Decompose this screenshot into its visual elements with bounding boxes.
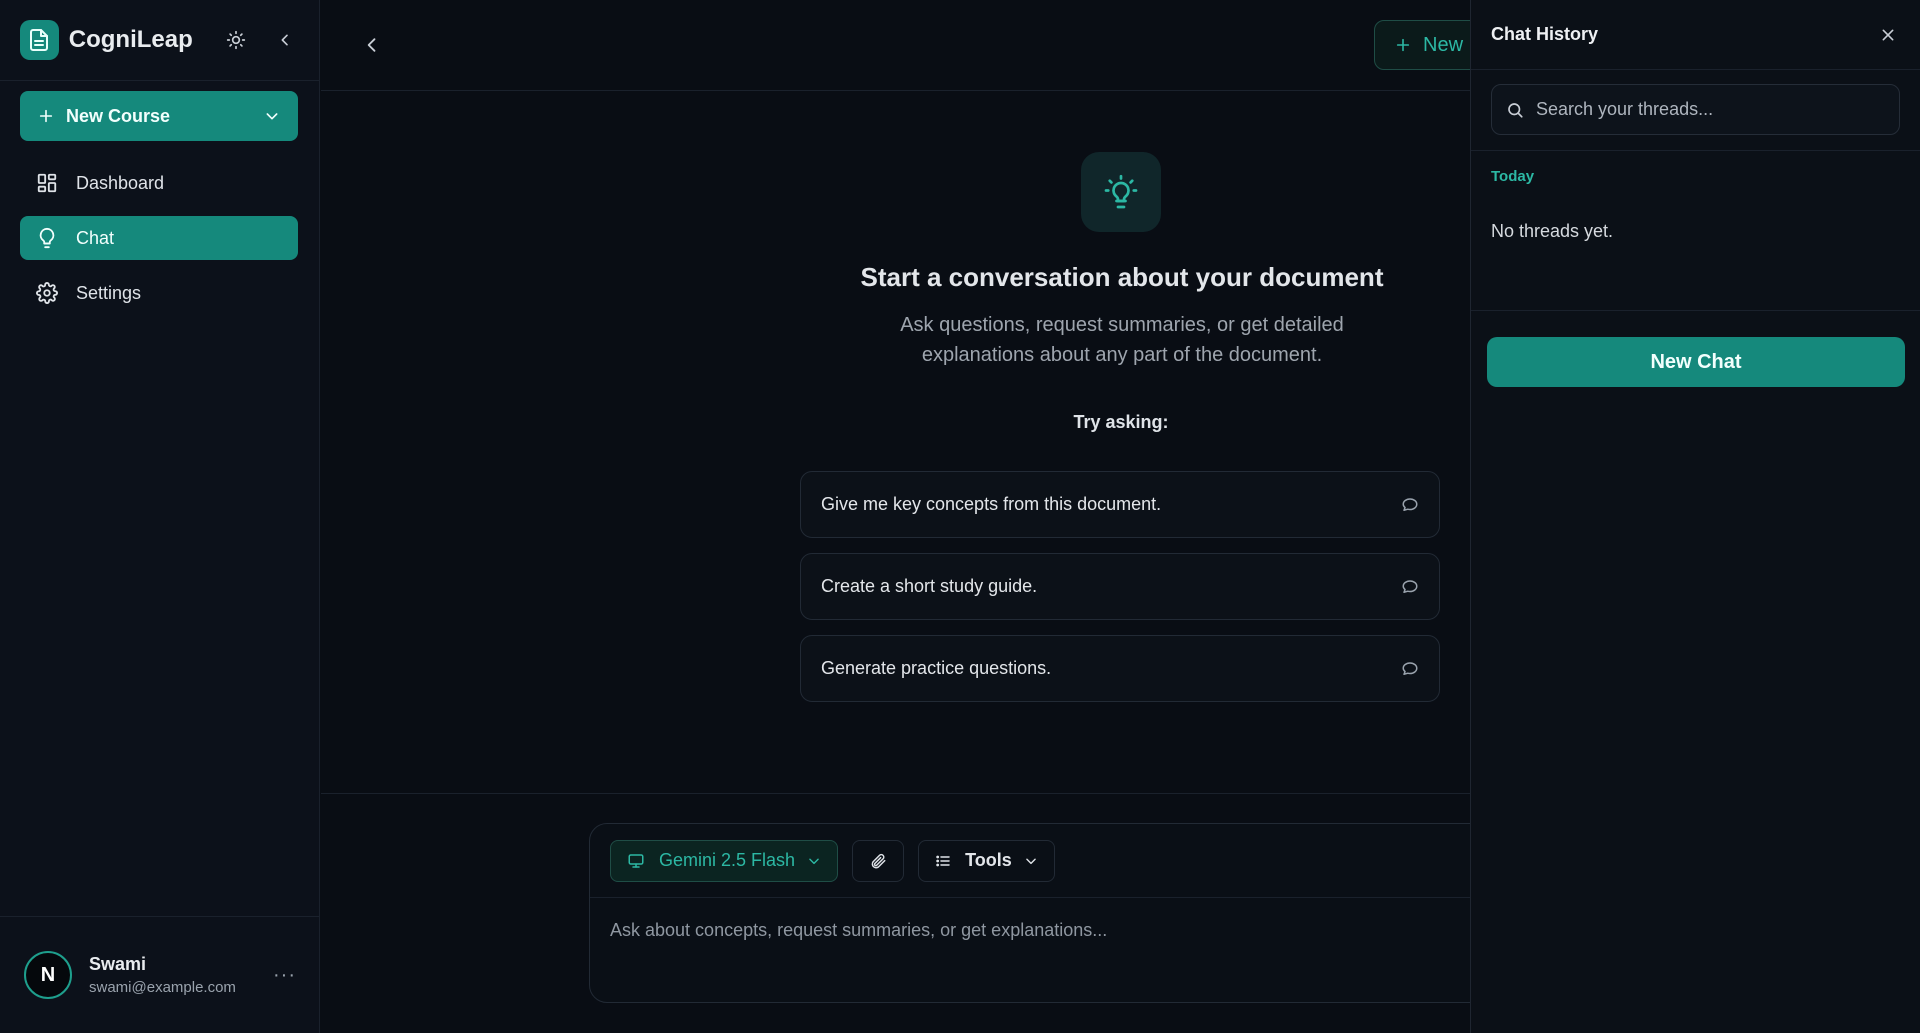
suggestion-item[interactable]: Generate practice questions.: [800, 635, 1440, 702]
new-chat-button[interactable]: New Chat: [1487, 337, 1905, 387]
user-info: Swami swami@example.com: [89, 954, 236, 996]
user-email: swami@example.com: [89, 979, 236, 996]
try-asking-label: Try asking:: [1073, 412, 1169, 432]
app-name: CogniLeap: [68, 26, 193, 53]
message-bubble-icon: [1401, 496, 1419, 514]
chat-input[interactable]: [610, 920, 1460, 941]
monitor-icon: [627, 852, 645, 870]
thread-search-box[interactable]: [1491, 84, 1900, 135]
app-root: CogniLeap New Course Dashboard Chat Sett…: [0, 0, 1920, 1033]
theme-toggle-sun-icon[interactable]: [223, 26, 250, 54]
no-threads-message: No threads yet.: [1471, 221, 1920, 311]
sidebar-item-label: Dashboard: [76, 172, 165, 193]
chevron-down-icon: [1024, 854, 1038, 868]
suggestion-text: Create a short study guide.: [821, 576, 1038, 596]
suggestion-text: Give me key concepts from this document.: [821, 494, 1162, 514]
plus-icon: [1395, 37, 1411, 53]
sidebar-item-label: Chat: [76, 227, 115, 248]
user-profile[interactable]: N Swami swami@example.com ···: [0, 916, 320, 1033]
collapse-sidebar-chevron-left-icon[interactable]: [272, 26, 299, 54]
new-button-label: New: [1423, 33, 1464, 56]
model-selector[interactable]: Gemini 2.5 Flash: [610, 839, 839, 882]
new-course-button[interactable]: New Course: [20, 91, 298, 141]
more-options-icon[interactable]: ···: [273, 964, 296, 987]
avatar[interactable]: N: [24, 947, 76, 999]
empty-state-title: Start a conversation about your document: [860, 262, 1384, 292]
dashboard-icon: [36, 172, 58, 194]
gear-icon: [36, 282, 58, 304]
chevron-down-icon: [264, 108, 280, 124]
sidebar-nav: Dashboard Chat Settings: [20, 161, 298, 326]
suggestion-item[interactable]: Create a short study guide.: [800, 553, 1440, 620]
back-chevron-left-icon[interactable]: [359, 32, 385, 58]
list-settings-icon: [935, 853, 951, 869]
tools-dropdown[interactable]: Tools: [918, 839, 1055, 882]
top-bar: New: [321, 0, 1504, 91]
sidebar-item-label: Settings: [76, 282, 142, 303]
chat-history-header: Chat History: [1471, 0, 1920, 70]
composer-toolbar: Gemini 2.5 Flash Tools: [590, 824, 1488, 898]
thread-search-input[interactable]: [1536, 99, 1885, 120]
sidebar-item-dashboard[interactable]: Dashboard: [20, 161, 298, 205]
model-label: Gemini 2.5 Flash: [659, 850, 796, 870]
message-bubble-icon: [1401, 578, 1419, 596]
lightbulb-icon: [36, 227, 58, 249]
group-label-today: Today: [1491, 168, 1535, 185]
attach-paperclip-icon[interactable]: [852, 839, 905, 882]
logo-document-icon: [20, 20, 59, 60]
chat-composer: Gemini 2.5 Flash Tools Ask about concept…: [589, 823, 1489, 1003]
chat-history-panel: Chat History Today No threads yet. New C…: [1470, 0, 1920, 1033]
close-icon[interactable]: [1876, 23, 1900, 47]
sidebar-item-chat[interactable]: Chat: [20, 216, 298, 260]
thread-search-wrap: [1471, 70, 1920, 151]
brand-row: CogniLeap: [0, 0, 319, 81]
suggestion-item[interactable]: Give me key concepts from this document.: [800, 471, 1440, 538]
lightbulb-icon: [1081, 152, 1161, 232]
user-name: Swami: [89, 954, 147, 974]
suggestion-list: Give me key concepts from this document.…: [800, 471, 1440, 717]
message-bubble-icon: [1401, 660, 1419, 678]
chat-history-title: Chat History: [1491, 24, 1599, 44]
plus-icon: [38, 108, 54, 124]
sidebar-item-settings[interactable]: Settings: [20, 271, 298, 315]
composer-divider: [321, 793, 1470, 794]
main-content: New Start a conversation about your docu…: [321, 0, 1504, 1033]
search-icon: [1506, 101, 1524, 119]
suggestion-text: Generate practice questions.: [821, 658, 1052, 678]
new-course-label: New Course: [66, 105, 171, 126]
sidebar: CogniLeap New Course Dashboard Chat Sett…: [0, 0, 320, 1033]
chevron-down-icon: [807, 854, 821, 868]
tools-label: Tools: [965, 850, 1012, 870]
empty-state-subtitle: Ask questions, request summaries, or get…: [900, 314, 1344, 366]
